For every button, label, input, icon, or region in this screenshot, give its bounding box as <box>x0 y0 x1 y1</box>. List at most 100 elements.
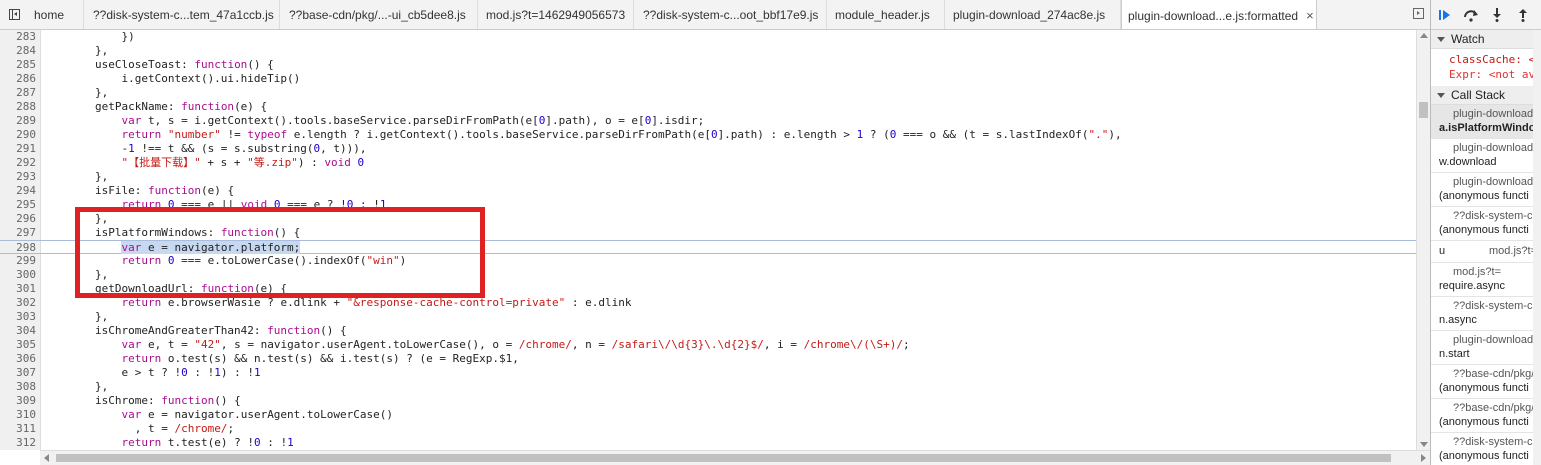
close-tab-icon[interactable]: × <box>1306 8 1314 23</box>
call-stack-frame[interactable]: ??disk-system-c n.async <box>1431 297 1541 331</box>
call-stack-frame[interactable]: plugin-download (anonymous functi <box>1431 173 1541 207</box>
line-number[interactable]: 309 <box>0 394 36 408</box>
call-stack-frame[interactable]: ??base-cdn/pkg/ (anonymous functi <box>1431 399 1541 433</box>
editor-horizontal-scrollbar[interactable] <box>40 450 1430 465</box>
step-into-button[interactable] <box>1489 7 1505 23</box>
call-stack-frame[interactable]: plugin-download w.download <box>1431 139 1541 173</box>
code-line[interactable]: 299 return 0 === e.toLowerCase().indexOf… <box>0 254 1416 268</box>
tab-disk-system-2[interactable]: ??disk-system-c...oot_bbf17e9.js <box>634 0 827 29</box>
tab-module-header[interactable]: module_header.js <box>827 0 945 29</box>
tab-plugin-download[interactable]: plugin-download_274ac8e.js <box>945 0 1121 29</box>
watch-expression[interactable]: classCache: <n <box>1449 52 1541 67</box>
line-number[interactable]: 290 <box>0 128 36 142</box>
line-number[interactable]: 288 <box>0 100 36 114</box>
call-stack-frame[interactable]: ??base-cdn/pkg/ (anonymous functi <box>1431 365 1541 399</box>
step-out-button[interactable] <box>1515 7 1531 23</box>
scroll-thumb[interactable] <box>1419 102 1428 118</box>
code-line[interactable]: 301 getDownloadUrl: function(e) { <box>0 282 1416 296</box>
code-line[interactable]: 295 return 0 === e || void 0 === e ? !0 … <box>0 198 1416 212</box>
line-number[interactable]: 308 <box>0 380 36 394</box>
code-line[interactable]: 294 isFile: function(e) { <box>0 184 1416 198</box>
sidebar-scrollbar[interactable] <box>1533 30 1541 465</box>
tab-home[interactable]: home <box>28 0 84 29</box>
line-number[interactable]: 305 <box>0 338 36 352</box>
line-number[interactable]: 296 <box>0 212 36 226</box>
line-number[interactable]: 294 <box>0 184 36 198</box>
code-line[interactable]: 311 , t = /chrome/; <box>0 422 1416 436</box>
scroll-down-arrow-icon[interactable] <box>1420 442 1428 447</box>
line-number[interactable]: 284 <box>0 44 36 58</box>
call-stack-frame[interactable]: plugin-download a.isPlatformWindo <box>1431 105 1541 139</box>
code-line[interactable]: 312 return t.test(e) ? !0 : !1 <box>0 436 1416 450</box>
code-line[interactable]: 303 }, <box>0 310 1416 324</box>
line-number[interactable]: 299 <box>0 254 36 268</box>
tab-disk-system-1[interactable]: ??disk-system-c...tem_47a1ccb.js <box>84 0 280 29</box>
code-line[interactable]: 298 var e = navigator.platform; <box>0 240 1416 254</box>
call-stack-frame[interactable]: mod.js?t= u <box>1431 241 1541 263</box>
line-number[interactable]: 307 <box>0 366 36 380</box>
scroll-left-arrow-icon[interactable] <box>44 454 49 462</box>
line-number[interactable]: 312 <box>0 436 36 450</box>
line-number[interactable]: 310 <box>0 408 36 422</box>
editor-vertical-scrollbar[interactable] <box>1416 30 1430 450</box>
code-line[interactable]: 307 e > t ? !0 : !1) : !1 <box>0 366 1416 380</box>
code-line[interactable]: 283 }) <box>0 30 1416 44</box>
code-line[interactable]: 288 getPackName: function(e) { <box>0 100 1416 114</box>
code-line[interactable]: 287 }, <box>0 86 1416 100</box>
horizontal-scroll-thumb[interactable] <box>56 454 1391 462</box>
code-line[interactable]: 304 isChromeAndGreaterThan42: function()… <box>0 324 1416 338</box>
line-number[interactable]: 298 <box>0 241 36 255</box>
code-line[interactable]: 310 var e = navigator.userAgent.toLowerC… <box>0 408 1416 422</box>
tab-base-cdn[interactable]: ??base-cdn/pkg/...-ui_cb5dee8.js <box>280 0 478 29</box>
line-number[interactable]: 287 <box>0 86 36 100</box>
line-number[interactable]: 311 <box>0 422 36 436</box>
line-number[interactable]: 291 <box>0 142 36 156</box>
line-number[interactable]: 303 <box>0 310 36 324</box>
line-number[interactable]: 300 <box>0 268 36 282</box>
scroll-right-arrow-icon[interactable] <box>1421 454 1426 462</box>
code-line[interactable]: 289 var t, s = i.getContext().tools.base… <box>0 114 1416 128</box>
line-number[interactable]: 293 <box>0 170 36 184</box>
call-stack-frame[interactable]: plugin-download n.start <box>1431 331 1541 365</box>
toggle-debugger-sidebar-icon[interactable] <box>1413 8 1424 19</box>
line-number[interactable]: 302 <box>0 296 36 310</box>
line-number[interactable]: 304 <box>0 324 36 338</box>
line-number[interactable]: 301 <box>0 282 36 296</box>
tab-plugin-download-formatted[interactable]: plugin-download...e.js:formatted × <box>1121 0 1317 29</box>
line-number[interactable]: 285 <box>0 58 36 72</box>
step-over-button[interactable] <box>1463 7 1479 23</box>
code-line[interactable]: 306 return o.test(s) && n.test(s) && i.t… <box>0 352 1416 366</box>
line-number[interactable]: 292 <box>0 156 36 170</box>
call-stack-section-header[interactable]: Call Stack <box>1431 86 1541 105</box>
code-editor[interactable]: 283 }) 284 }, 285 useCloseToast: function(… <box>0 30 1430 450</box>
call-stack-frame[interactable]: ??disk-system-c (anonymous functi <box>1431 433 1541 465</box>
watch-expression[interactable]: Expr: <not ava <box>1449 67 1541 82</box>
scroll-up-arrow-icon[interactable] <box>1420 33 1428 38</box>
code-line[interactable]: 297 isPlatformWindows: function() { <box>0 226 1416 240</box>
line-number[interactable]: 289 <box>0 114 36 128</box>
code-line[interactable]: 308 }, <box>0 380 1416 394</box>
resume-button[interactable] <box>1437 7 1453 23</box>
tab-mod-js[interactable]: mod.js?t=1462949056573 <box>478 0 634 29</box>
line-number[interactable]: 295 <box>0 198 36 212</box>
line-number[interactable]: 306 <box>0 352 36 366</box>
watch-section-header[interactable]: Watch <box>1431 30 1541 49</box>
code-line[interactable]: 302 return e.browserWasie ? e.dlink + "&… <box>0 296 1416 310</box>
line-number[interactable]: 297 <box>0 226 36 240</box>
call-stack-frame[interactable]: mod.js?t= require.async <box>1431 263 1541 297</box>
line-number[interactable]: 283 <box>0 30 36 44</box>
code-line[interactable]: 293 }, <box>0 170 1416 184</box>
code-line[interactable]: 291 -1 !== t && (s = s.substring(0, t)))… <box>0 142 1416 156</box>
code-line[interactable]: 286 i.getContext().ui.hideTip() <box>0 72 1416 86</box>
code-line[interactable]: 284 }, <box>0 44 1416 58</box>
code-line[interactable]: 285 useCloseToast: function() { <box>0 58 1416 72</box>
code-line[interactable]: 309 isChrome: function() { <box>0 394 1416 408</box>
code-line[interactable]: 290 return "number" != typeof e.length ?… <box>0 128 1416 142</box>
code-line[interactable]: 296 }, <box>0 212 1416 226</box>
code-line[interactable]: 292 "【批量下载】" + s + "等.zip") : void 0 <box>0 156 1416 170</box>
toggle-navigator-button[interactable] <box>0 0 28 29</box>
code-line[interactable]: 305 var e, t = "42", s = navigator.userA… <box>0 338 1416 352</box>
code-line[interactable]: 300 }, <box>0 268 1416 282</box>
call-stack-frame[interactable]: ??disk-system-c (anonymous functi <box>1431 207 1541 241</box>
line-number[interactable]: 286 <box>0 72 36 86</box>
